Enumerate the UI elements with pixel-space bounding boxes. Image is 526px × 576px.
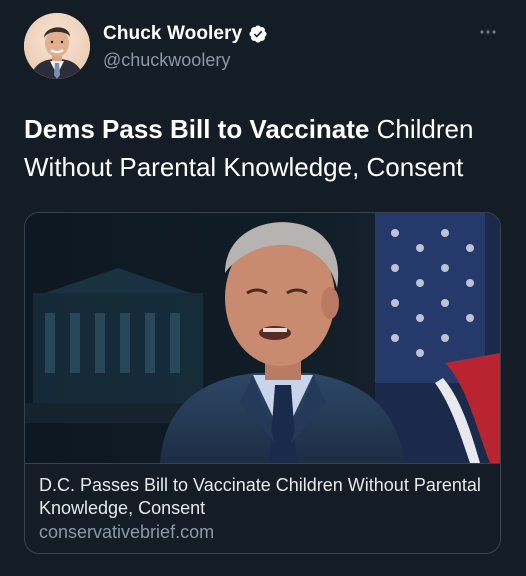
article-photo-icon [25, 213, 500, 463]
author-name-line: Chuck Woolery [103, 22, 268, 46]
author-handle[interactable]: @chuckwoolery [103, 49, 230, 71]
link-preview-domain: conservativebrief.com [39, 522, 215, 542]
tweet-text: Dems Pass Bill to Vaccinate Children Wit… [24, 110, 504, 186]
author-display-name[interactable]: Chuck Woolery [103, 22, 242, 46]
more-options-button[interactable] [476, 23, 500, 41]
profile-photo-icon [24, 13, 90, 79]
verified-badge-icon [249, 25, 267, 43]
link-preview-title: D.C. Passes Bill to Vaccinate Children W… [39, 475, 481, 518]
more-horizontal-icon [480, 30, 496, 34]
tweet: Chuck Woolery @chuckwoolery Dems Pass Bi… [0, 0, 526, 576]
link-preview-body: D.C. Passes Bill to Vaccinate Children W… [25, 463, 500, 553]
link-preview-card[interactable]: D.C. Passes Bill to Vaccinate Children W… [24, 212, 501, 554]
tweet-text-bold: Dems Pass Bill to Vaccinate [24, 114, 370, 144]
avatar[interactable] [24, 13, 90, 79]
